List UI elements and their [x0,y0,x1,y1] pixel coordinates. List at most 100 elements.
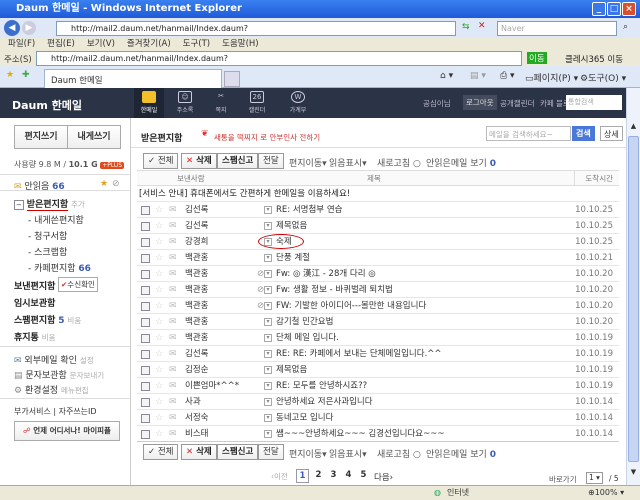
move-dropdown-bottom[interactable]: 편지이동▾ [289,447,327,460]
settings-link[interactable]: 환경설정 [25,386,58,396]
mail-row[interactable]: ☆ ✉ 이쁜엄마*^^* ▾ RE: 모두를 안녕하시죠?? 10.10.19 [137,378,619,394]
page-2[interactable]: 2 [312,469,325,483]
new-tab-button[interactable] [224,71,240,87]
mail-row[interactable]: ☆ ✉ 김선록 ▾ 제목없음 10.10.25 [137,218,619,234]
row-checkbox[interactable] [141,414,150,423]
row-subject[interactable]: 동네고모 입니다 [276,410,333,426]
folder-scrap[interactable]: - 스크랩함 [28,245,67,258]
folder-self[interactable]: - 내게쓴편지함 [28,213,84,226]
row-subject[interactable]: 제목없음 [276,218,307,234]
row-sender[interactable]: 사과 [185,394,201,410]
nav-calendar[interactable]: 26 캘린더 [242,91,272,114]
attachment-icon[interactable]: ⊘ [112,179,120,189]
row-sender[interactable]: 백관홍 [185,282,208,298]
page-4[interactable]: 4 [342,469,355,483]
scroll-thumb[interactable] [628,136,639,462]
forward-icon[interactable]: ▶ [22,21,36,35]
folder-trash[interactable]: 휴지통 [14,333,39,343]
row-sender[interactable]: 비스태 [185,426,208,442]
folder-sent[interactable]: 보낸편지함 [14,279,55,292]
row-checkbox[interactable] [141,350,150,359]
unread-view-link[interactable]: 안읽은메일 보기 0 [426,156,496,169]
row-subject[interactable]: 제목없음 [276,362,307,378]
mail-row[interactable]: ☆ ✉ 백관홍 ⊘ ▾ FW: 기발한 아이디어---볼만한 내용입니다 10.10.20 [137,298,619,314]
row-sender[interactable]: 김선록 [185,202,208,218]
search-icon[interactable]: ⌕ [623,22,628,32]
promo-link[interactable]: 새통을 떡찌지 로 안부인사 전하기 [214,132,320,143]
nav-note[interactable]: ✂ 쪽지 [206,91,236,114]
star-icon[interactable]: ☆ [155,250,163,266]
menu-favorites[interactable]: 즐겨찾기(A) [127,39,171,49]
star-icon[interactable]: ★ [100,179,108,189]
favorites-star-icon[interactable]: ★ [6,70,14,80]
home-icon[interactable]: ⌂ ▾ [440,71,453,81]
preview-icon[interactable]: ▾ [264,430,272,438]
row-checkbox[interactable] [141,398,150,407]
public-calendar-link[interactable]: 공개캘린더 [500,98,535,109]
star-icon[interactable]: ☆ [155,314,163,330]
mail-row[interactable]: ☆ ✉ 김정순 ▾ 제목없음 10.10.19 [137,362,619,378]
spam-report-button[interactable]: 스팸신고 [217,153,259,169]
plus-badge[interactable]: +PLUS [100,162,125,169]
sms-box-link[interactable]: 문자보관함 [25,371,66,381]
row-sender[interactable]: 김정순 [185,362,208,378]
row-sender[interactable]: 강경희 [185,234,208,250]
refresh-button[interactable]: 새로고침 ○ [377,156,421,169]
row-sender[interactable]: 백관홍 [185,314,208,330]
nav-account-book[interactable]: W 가계부 [283,91,313,114]
user-name[interactable]: 공심이님 [423,98,451,109]
mail-row[interactable]: ☆ ✉ 백관홍 ⊘ ▾ Fw: ◎ 漢江 - 28개 다리 ◎ 10.10.20 [137,266,619,282]
select-all-button[interactable]: ✓ 전체 [143,153,179,169]
mail-row[interactable]: ☆ ✉ 사과 ▾ 안녕하세요 저은사과입니다 10.10.14 [137,394,619,410]
folder-spam[interactable]: 스팸편지함 [14,316,55,326]
folder-cafe[interactable]: - 카페편지함 66 [28,261,91,274]
preview-icon[interactable]: ▾ [264,350,272,358]
maximize-button[interactable]: □ [607,2,621,16]
row-sender[interactable]: 김선록 [185,218,208,234]
row-checkbox[interactable] [141,222,150,231]
goto-page-select[interactable]: 1 ▾ [586,472,603,484]
mail-row[interactable]: ☆ ✉ 서정숙 ▾ 동네고모 입니다 10.10.14 [137,410,619,426]
menu-edit[interactable]: 편집(E) [47,39,75,49]
mail-row[interactable]: ☆ ✉ 백관홍 ⊘ ▾ Fw: 생활 정보 - 바퀴벌레 퇴치법 10.10.20 [137,282,619,298]
star-icon[interactable]: ☆ [155,346,163,362]
scroll-down-button[interactable]: ▼ [628,468,639,480]
feeds-icon[interactable]: ▤ ▾ [470,71,486,81]
external-mail-link[interactable]: 외부메일 확인 [24,356,77,366]
nav-addressbook[interactable]: ☺ 주소록 [170,91,200,114]
row-checkbox[interactable] [141,238,150,247]
spam-report-button-bottom[interactable]: 스팸신고 [217,444,259,460]
sms-send-link[interactable]: 문자보내기 [70,371,105,380]
address-field[interactable]: http://mail2.daum.net/hanmail/Index.daum… [36,51,522,66]
star-icon[interactable]: ☆ [155,234,163,250]
receipt-check-button[interactable]: ✔수신확인 [58,277,98,292]
row-sender[interactable]: 서정숙 [185,410,208,426]
mail-search-input[interactable]: 메일을 검색하세요~ [486,126,571,141]
col-sender[interactable]: 보낸사람 [177,171,205,186]
star-icon[interactable]: ☆ [155,282,163,298]
row-sender[interactable]: 백관홍 [185,330,208,346]
star-icon[interactable]: ☆ [155,218,163,234]
row-subject[interactable]: 단풍 계절 [276,250,310,266]
favorite-id-link[interactable]: 자주쓰는ID [59,407,97,416]
mail-row[interactable]: ☆ ✉ 김선록 ▾ RE: RE: 카페에서 보내는 단체메일입니다.^^ 10.10.1… [137,346,619,362]
row-sender[interactable]: 이쁜엄마*^^* [185,378,239,394]
forward-button-bottom[interactable]: 전달 [258,444,284,460]
menu-view[interactable]: 보기(V) [87,39,115,49]
col-date[interactable]: 도착시간 [574,171,613,186]
folder-inbox[interactable]: − 받은편지함 추가 [14,197,85,211]
row-subject[interactable]: FW: 기발한 아이디어---볼만한 내용입니다 [276,298,426,314]
star-icon[interactable]: ☆ [155,394,163,410]
preview-icon[interactable]: ▾ [264,270,272,278]
menu-edit-link[interactable]: 메뉴편집 [61,386,89,395]
row-subject[interactable]: Fw: ◎ 漢江 - 28개 다리 ◎ [276,266,376,282]
print-icon[interactable]: ⎙ ▾ [500,71,515,81]
move-dropdown[interactable]: 편지이동▾ [289,156,327,169]
preview-icon[interactable]: ▾ [264,222,272,230]
row-subject[interactable]: 감기철 민간요법 [276,314,333,330]
prev-page-link[interactable]: ‹이전 [271,471,288,482]
preview-icon[interactable]: ▾ [264,398,272,406]
preview-icon[interactable]: ▾ [264,334,272,342]
minimize-button[interactable]: _ [592,2,606,16]
external-mail-settings[interactable]: 설정 [80,356,94,365]
